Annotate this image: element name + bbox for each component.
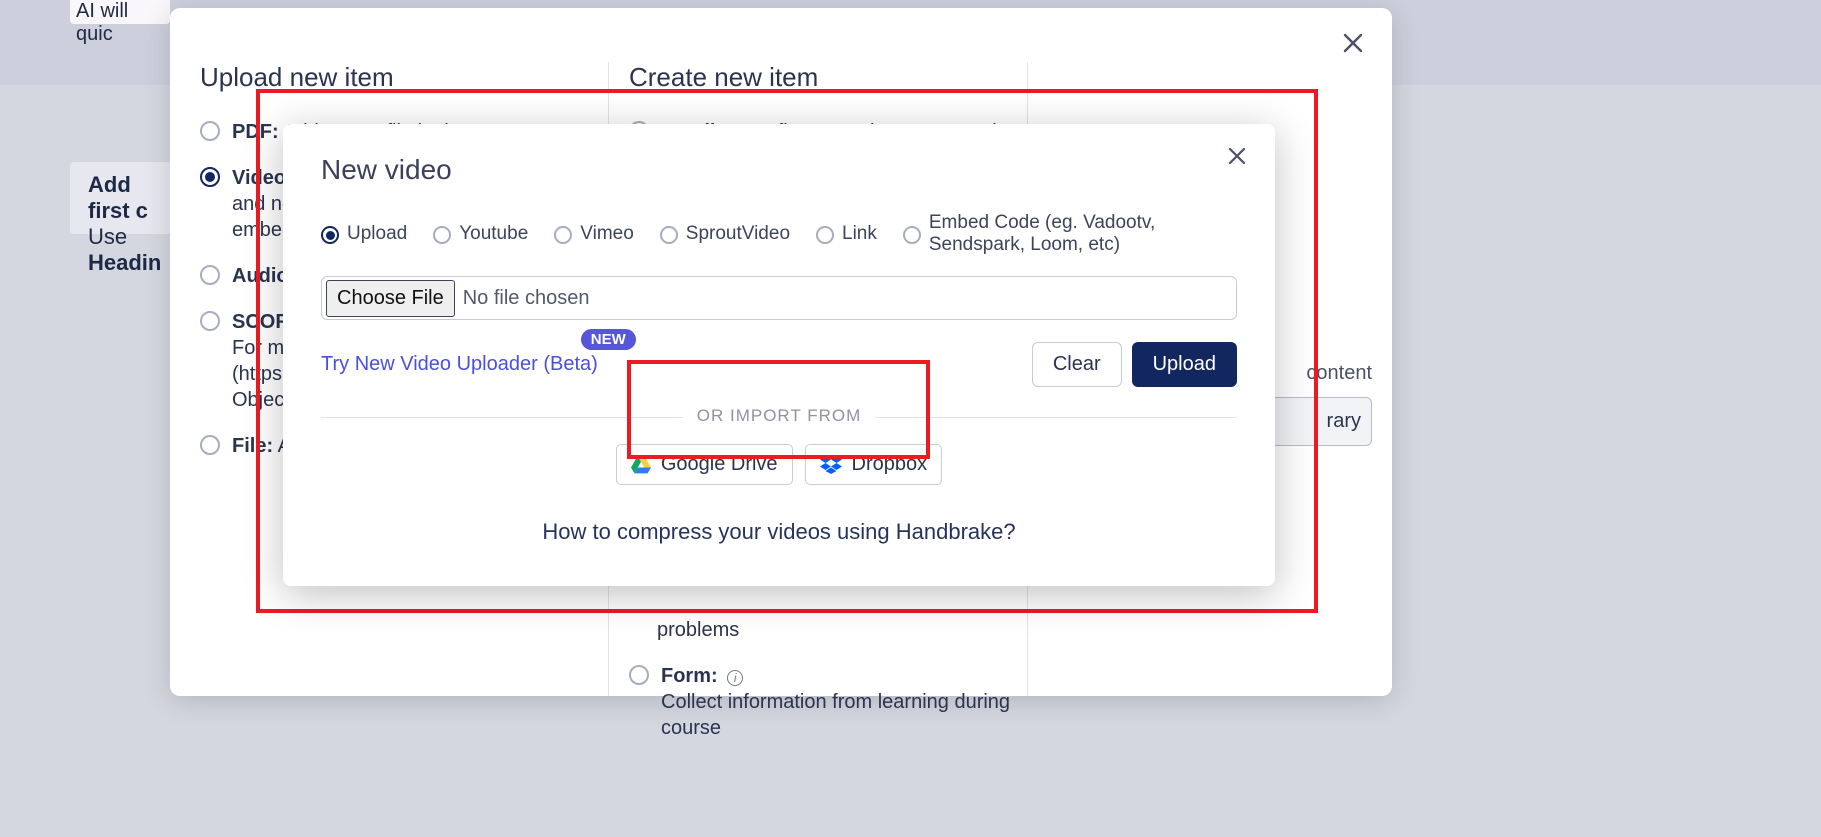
- google-drive-button[interactable]: Google Drive: [616, 444, 793, 485]
- close-icon[interactable]: [1227, 146, 1247, 166]
- create-column-header: Create new item: [629, 62, 1027, 119]
- modal-title: New video: [321, 154, 1237, 186]
- source-link[interactable]: Link: [816, 223, 877, 245]
- dropbox-icon: [820, 456, 842, 474]
- option-fragment-problems: problems: [657, 617, 1027, 643]
- radio-icon: [200, 167, 220, 187]
- new-badge: NEW: [581, 329, 636, 350]
- radio-icon: [200, 311, 220, 331]
- source-sproutvideo[interactable]: SproutVideo: [660, 223, 790, 245]
- radio-icon: [321, 226, 339, 244]
- source-embed[interactable]: Embed Code (eg. Vadootv, Sendspark, Loom…: [903, 212, 1237, 256]
- radio-icon: [200, 265, 220, 285]
- video-source-row: Upload Youtube Vimeo SproutVideo Link Em…: [321, 212, 1237, 256]
- google-drive-icon: [631, 456, 651, 474]
- radio-icon: [816, 226, 834, 244]
- file-status: No file chosen: [463, 287, 590, 310]
- info-icon: i: [727, 670, 743, 686]
- choose-file-button[interactable]: Choose File: [326, 280, 455, 317]
- close-icon[interactable]: [1342, 32, 1364, 54]
- new-video-modal: New video Upload Youtube Vimeo SproutVid…: [283, 124, 1275, 586]
- radio-icon: [903, 226, 921, 244]
- radio-icon: [660, 226, 678, 244]
- source-youtube[interactable]: Youtube: [433, 223, 528, 245]
- radio-icon: [200, 121, 220, 141]
- option-form[interactable]: Form: iCollect information from learning…: [629, 663, 1027, 741]
- bg-snippet-line2: Use Headin: [88, 224, 168, 276]
- import-divider: OR IMPORT FROM: [321, 417, 1237, 438]
- file-input-box[interactable]: Choose File No file chosen: [321, 276, 1237, 320]
- handbrake-link[interactable]: How to compress your videos using Handbr…: [321, 519, 1237, 545]
- source-upload[interactable]: Upload: [321, 223, 407, 245]
- upload-button[interactable]: Upload: [1132, 342, 1237, 387]
- radio-icon: [629, 665, 649, 685]
- upload-column-header: Upload new item: [200, 62, 608, 119]
- bg-snippet-ai: AI will quic: [70, 0, 170, 24]
- radio-icon: [200, 435, 220, 455]
- radio-icon: [554, 226, 572, 244]
- try-uploader-link[interactable]: NEW Try New Video Uploader (Beta): [321, 353, 598, 376]
- source-vimeo[interactable]: Vimeo: [554, 223, 634, 245]
- bg-snippet-addfirst: Add first c Use Headin: [70, 162, 172, 234]
- radio-icon: [433, 226, 451, 244]
- bg-snippet-line1: Add first c: [88, 172, 168, 224]
- dropbox-button[interactable]: Dropbox: [805, 444, 943, 485]
- clear-button[interactable]: Clear: [1032, 342, 1122, 387]
